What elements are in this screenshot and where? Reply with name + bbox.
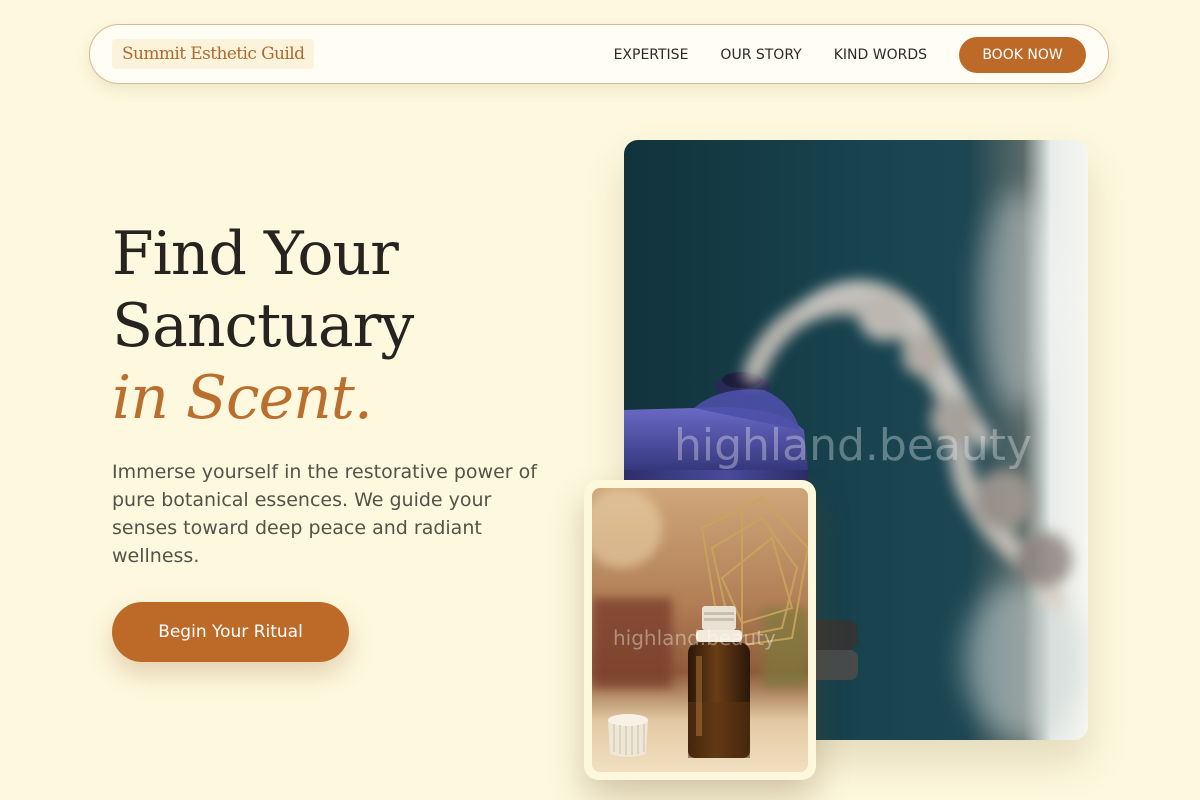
oil-bottle-photo-card: highland.beauty	[584, 480, 816, 780]
hero-headline: Find Your Sanctuary in Scent.	[112, 218, 414, 434]
nav-link-kind-words[interactable]: KIND WORDS	[834, 47, 927, 63]
headline-line-1: Find Your	[112, 219, 399, 289]
oil-bottle-photo: highland.beauty	[592, 488, 808, 772]
nav-links: EXPERTISE OUR STORY KIND WORDS BOOK NOW	[614, 37, 1086, 73]
oil-bottle-illustration	[592, 488, 808, 758]
brand-logo[interactable]: Summit Esthetic Guild	[112, 39, 315, 69]
headline-line-2: Sanctuary	[112, 291, 414, 361]
hero-description: Immerse yourself in the restorative powe…	[112, 461, 537, 567]
top-navigation: Summit Esthetic Guild EXPERTISE OUR STOR…	[89, 24, 1109, 84]
book-now-button[interactable]: BOOK NOW	[959, 37, 1086, 73]
headline-accent: in Scent.	[112, 363, 373, 433]
nav-link-our-story[interactable]: OUR STORY	[720, 47, 801, 63]
nav-link-expertise[interactable]: EXPERTISE	[614, 47, 689, 63]
landing-page: Summit Esthetic Guild EXPERTISE OUR STOR…	[0, 0, 1200, 800]
begin-ritual-button[interactable]: Begin Your Ritual	[112, 602, 349, 662]
